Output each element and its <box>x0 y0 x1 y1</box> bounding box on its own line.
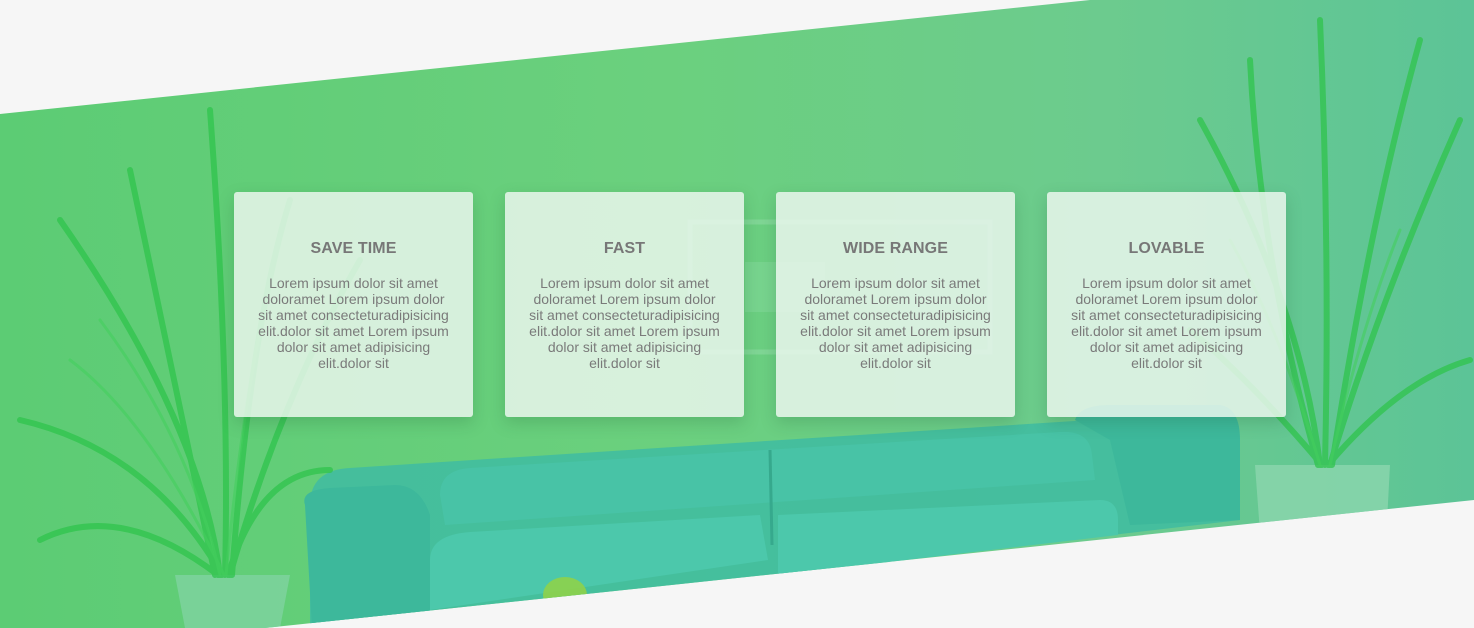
feature-card-text: Lorem ipsum dolor sit amet doloramet Lor… <box>800 275 991 371</box>
feature-card-title: WIDE RANGE <box>843 240 948 257</box>
feature-card-text: Lorem ipsum dolor sit amet doloramet Lor… <box>258 275 449 371</box>
feature-card-lovable: LOVABLE Lorem ipsum dolor sit amet dolor… <box>1047 192 1286 417</box>
feature-card-title: LOVABLE <box>1128 240 1205 257</box>
features-section: SAVE TIME Lorem ipsum dolor sit amet dol… <box>0 0 1474 628</box>
feature-card-text: Lorem ipsum dolor sit amet doloramet Lor… <box>1071 275 1262 371</box>
feature-card-title: FAST <box>603 240 646 257</box>
feature-card-fast: FAST Lorem ipsum dolor sit amet dolorame… <box>505 192 744 417</box>
feature-card-wide-range: WIDE RANGE Lorem ipsum dolor sit amet do… <box>776 192 1015 417</box>
feature-card-title: SAVE TIME <box>310 240 397 257</box>
feature-card-save-time: SAVE TIME Lorem ipsum dolor sit amet dol… <box>234 192 473 417</box>
feature-card-text: Lorem ipsum dolor sit amet doloramet Lor… <box>529 275 720 371</box>
feature-cards: SAVE TIME Lorem ipsum dolor sit amet dol… <box>234 192 1286 417</box>
sofa-shape <box>304 405 1240 628</box>
